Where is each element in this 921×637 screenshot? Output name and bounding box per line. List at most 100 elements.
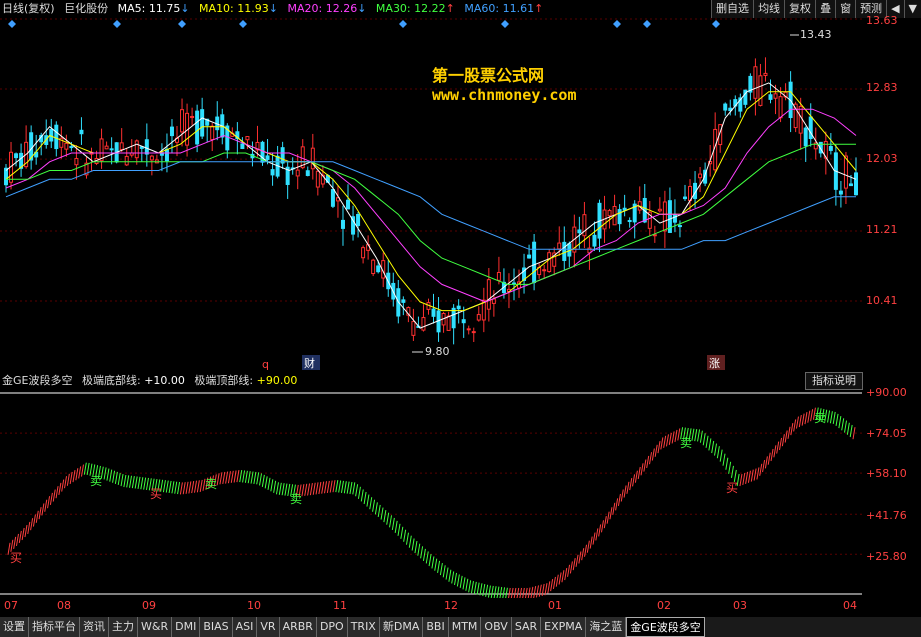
event-marker-rise[interactable]: 涨 — [709, 357, 720, 370]
tab-dpo[interactable]: DPO — [316, 617, 348, 637]
tab-news[interactable]: 资讯 — [80, 617, 109, 637]
tab-settings[interactable]: 设置 — [0, 617, 29, 637]
tab-wr[interactable]: W&R — [138, 617, 173, 637]
tab-main-force[interactable]: 主力 — [109, 617, 138, 637]
candle-body — [672, 213, 677, 223]
candle-body — [451, 307, 456, 329]
candle-body — [491, 298, 496, 304]
candle-body — [119, 142, 124, 150]
candle-body — [471, 331, 476, 334]
ma30-arrow-icon: ↑ — [445, 2, 455, 15]
ma10-value: 11.93 — [237, 2, 269, 15]
tab-new-dma[interactable]: 新DMA — [379, 617, 424, 637]
watermark-title: 第一股票公式网 — [432, 66, 545, 85]
candle-body — [547, 252, 552, 273]
tab-sar[interactable]: SAR — [511, 617, 542, 637]
tab-mtm[interactable]: MTM — [448, 617, 482, 637]
period-label: 日线(复权) — [2, 2, 55, 15]
candle-body — [245, 136, 250, 141]
candle-body — [446, 315, 451, 331]
sell-signal: 卖 — [205, 477, 217, 491]
candle-body — [698, 173, 703, 179]
tab-vr[interactable]: VR — [257, 617, 280, 637]
date-tick: 01 — [548, 599, 562, 612]
tab-arbr[interactable]: ARBR — [279, 617, 317, 637]
indicator-help-button[interactable]: 指标说明 — [805, 372, 863, 390]
candle-body — [682, 196, 687, 200]
candle-body — [200, 109, 205, 137]
candle-body — [210, 125, 215, 141]
param-label-bottom: 极端底部线: — [81, 374, 141, 387]
candle-body — [371, 259, 376, 275]
candle-body — [723, 103, 728, 111]
tab-trix[interactable]: TRIX — [347, 617, 380, 637]
buy-signal: 买 — [150, 487, 162, 501]
sell-signal: 卖 — [680, 436, 692, 450]
moving-average-button[interactable]: 均线 — [753, 0, 785, 18]
ma60-label: MA60: — [464, 2, 500, 15]
candle-body — [854, 172, 858, 196]
adjust-price-button[interactable]: 复权 — [784, 0, 816, 18]
candle-body — [169, 126, 174, 137]
candle-body — [848, 183, 853, 187]
event-marker-finance[interactable]: 财 — [304, 356, 315, 370]
tab-jin-ge[interactable]: 金GE波段多空 — [626, 617, 705, 637]
window-button[interactable]: 窗 — [835, 0, 856, 18]
tab-haizhilan[interactable]: 海之蓝 — [586, 617, 627, 637]
candle-body — [69, 146, 74, 149]
chevron-down-icon[interactable]: ▼ — [903, 0, 921, 18]
candle-body — [346, 199, 351, 210]
candle-body — [124, 155, 129, 166]
tab-asi[interactable]: ASI — [232, 617, 258, 637]
remove-watchlist-button[interactable]: 删自选 — [711, 0, 754, 18]
candle-body — [607, 210, 612, 217]
candle-body — [511, 282, 516, 285]
candle-body — [622, 207, 627, 211]
tab-dmi[interactable]: DMI — [172, 617, 201, 637]
tab-indicator-platform[interactable]: 指标平台 — [29, 617, 80, 637]
date-tick: 10 — [247, 599, 261, 612]
candle-body — [798, 105, 803, 134]
ma60-value: 11.61 — [502, 2, 535, 15]
ma20-value: 12.26 — [325, 2, 358, 15]
tab-bbi[interactable]: BBI — [423, 617, 449, 637]
candle-body — [592, 234, 597, 247]
watermark-url: www.chnmoney.com — [432, 86, 577, 104]
tab-expma[interactable]: EXPMA — [541, 617, 587, 637]
param-value-top: +90.00 — [256, 374, 298, 387]
candle-body — [305, 170, 310, 176]
candle-body — [778, 96, 783, 119]
candle-body — [577, 229, 582, 234]
candle-body — [104, 145, 109, 150]
candle-body — [149, 155, 154, 161]
ma20-label: MA20: — [287, 2, 323, 15]
indicator-chart[interactable]: 买卖买卖卖卖买卖 — [0, 390, 862, 598]
top-info-bar: 日线(复权) 巨化股份 MA5: 11.75↓ MA10: 11.93↓ MA2… — [0, 0, 921, 18]
sell-signal: 卖 — [90, 474, 102, 488]
candle-body — [843, 155, 848, 189]
ma10-arrow-icon: ↓ — [268, 2, 278, 15]
indicator-tick: +90.00 — [866, 386, 907, 399]
candle-body — [330, 189, 335, 207]
price-axis: 13.63 12.83 12.03 11.21 10.41 — [862, 14, 921, 370]
ma30-readout: MA30: 12.22↑ — [376, 0, 455, 18]
candle-body — [557, 242, 562, 250]
candle-body — [14, 153, 19, 159]
candle-body — [456, 305, 461, 310]
low-annotation: 9.80 — [425, 345, 450, 358]
date-tick: 08 — [57, 599, 71, 612]
candle-body — [758, 75, 763, 106]
candle-body — [542, 269, 547, 272]
candlestick-chart[interactable]: 13.43 9.80 q 财 涨 — [0, 18, 862, 370]
candle-body — [527, 254, 532, 259]
ma5-arrow-icon: ↓ — [180, 2, 190, 15]
tab-obv[interactable]: OBV — [481, 617, 512, 637]
event-marker-q[interactable]: q — [262, 358, 269, 370]
candle-body — [74, 158, 79, 166]
candle-body — [773, 93, 778, 99]
ma60-arrow-icon: ↑ — [534, 2, 544, 15]
candle-body — [411, 321, 416, 336]
date-tick: 12 — [444, 599, 458, 612]
tab-bias[interactable]: BIAS — [200, 617, 233, 637]
overlay-button[interactable]: 叠 — [815, 0, 836, 18]
